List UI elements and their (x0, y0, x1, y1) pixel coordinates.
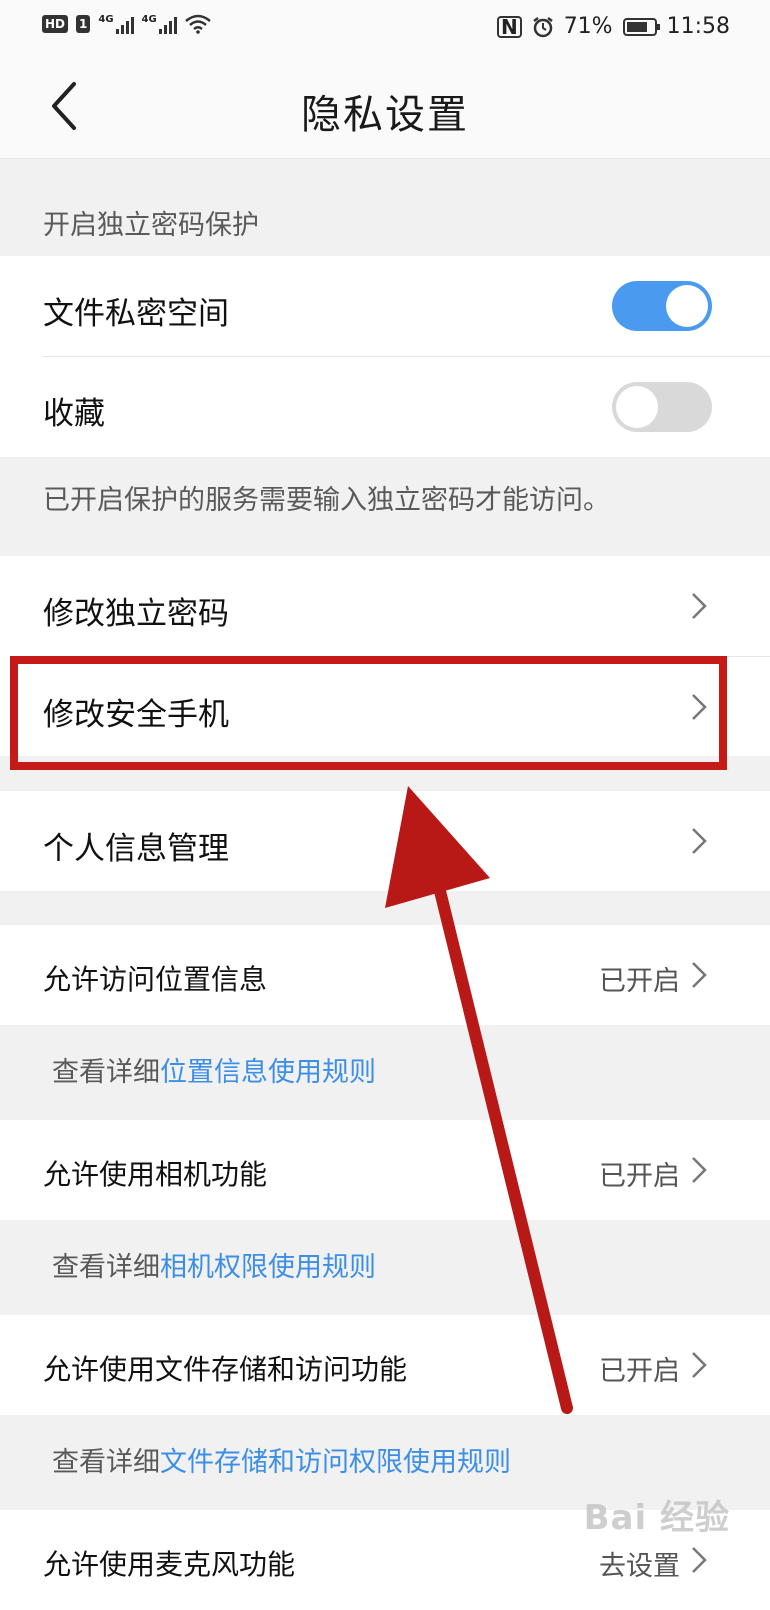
microphone-permission-status: 去设置 (599, 1551, 680, 1582)
change-password-label: 修改独立密码 (43, 596, 229, 632)
location-rules-note: 查看详细位置信息使用规则 (52, 1057, 376, 1088)
network-type: 4G (98, 14, 114, 25)
status-bar: HD 1 4G 4G N 71% 11:58 (0, 0, 770, 58)
battery-icon (622, 17, 660, 36)
signal-4g-icon-2: 4G (142, 14, 177, 34)
personal-info-item[interactable]: 个人信息管理 (0, 791, 770, 891)
camera-rules-link[interactable]: 相机权限使用规则 (160, 1252, 376, 1283)
chevron-right-icon (692, 694, 707, 720)
personal-info-label: 个人信息管理 (43, 831, 229, 867)
privacy-note: 已开启保护的服务需要输入独立密码才能访问。 (43, 485, 610, 516)
signal-4g-icon: 4G (98, 14, 134, 34)
watermark: Bai 经验 (583, 1498, 730, 1538)
chevron-right-icon (692, 1157, 707, 1183)
location-rules-link[interactable]: 位置信息使用规则 (160, 1057, 376, 1088)
change-password-item[interactable]: 修改独立密码 (0, 556, 770, 656)
chevron-right-icon (692, 962, 707, 988)
chevron-right-icon (692, 1352, 707, 1378)
chevron-right-icon (692, 828, 707, 854)
location-permission-item[interactable]: 允许访问位置信息 已开启 (0, 925, 770, 1025)
chevron-right-icon (692, 593, 707, 619)
private-space-toggle[interactable] (612, 281, 712, 331)
location-permission-status: 已开启 (599, 966, 680, 997)
location-permission-label: 允许访问位置信息 (43, 963, 268, 996)
clock: 11:58 (666, 14, 730, 39)
privacy-group: 文件私密空间 收藏 (0, 256, 770, 457)
network-type-2: 4G (141, 14, 157, 25)
change-phone-label: 修改安全手机 (43, 697, 229, 733)
private-space-label: 文件私密空间 (43, 296, 229, 332)
alarm-icon (532, 16, 553, 37)
favorites-toggle[interactable] (612, 382, 712, 432)
change-phone-item[interactable]: 修改安全手机 (0, 657, 770, 756)
camera-permission-label: 允许使用相机功能 (43, 1158, 268, 1191)
favorites-label: 收藏 (43, 396, 105, 432)
microphone-permission-label: 允许使用麦克风功能 (43, 1548, 296, 1581)
header: 隐私设置 (0, 58, 770, 159)
hd-icon: HD (42, 15, 69, 33)
section-label: 开启独立密码保护 (43, 210, 259, 241)
camera-permission-item[interactable]: 允许使用相机功能 已开启 (0, 1120, 770, 1220)
storage-rules-note: 查看详细文件存储和访问权限使用规则 (52, 1447, 511, 1478)
chevron-right-icon (692, 1547, 707, 1573)
camera-rules-note: 查看详细相机权限使用规则 (52, 1252, 376, 1283)
nfc-icon: N (496, 15, 522, 38)
password-group: 修改独立密码 修改安全手机 (0, 556, 770, 756)
storage-permission-label: 允许使用文件存储和访问功能 (43, 1353, 408, 1386)
storage-permission-status: 已开启 (599, 1356, 680, 1387)
storage-rules-link[interactable]: 文件存储和访问权限使用规则 (160, 1447, 511, 1478)
page-title: 隐私设置 (301, 92, 469, 138)
storage-permission-item[interactable]: 允许使用文件存储和访问功能 已开启 (0, 1315, 770, 1415)
battery-percent: 71% (563, 14, 613, 39)
camera-permission-status: 已开启 (599, 1161, 680, 1192)
wifi-icon (184, 14, 211, 34)
sim-icon: 1 (76, 15, 91, 33)
